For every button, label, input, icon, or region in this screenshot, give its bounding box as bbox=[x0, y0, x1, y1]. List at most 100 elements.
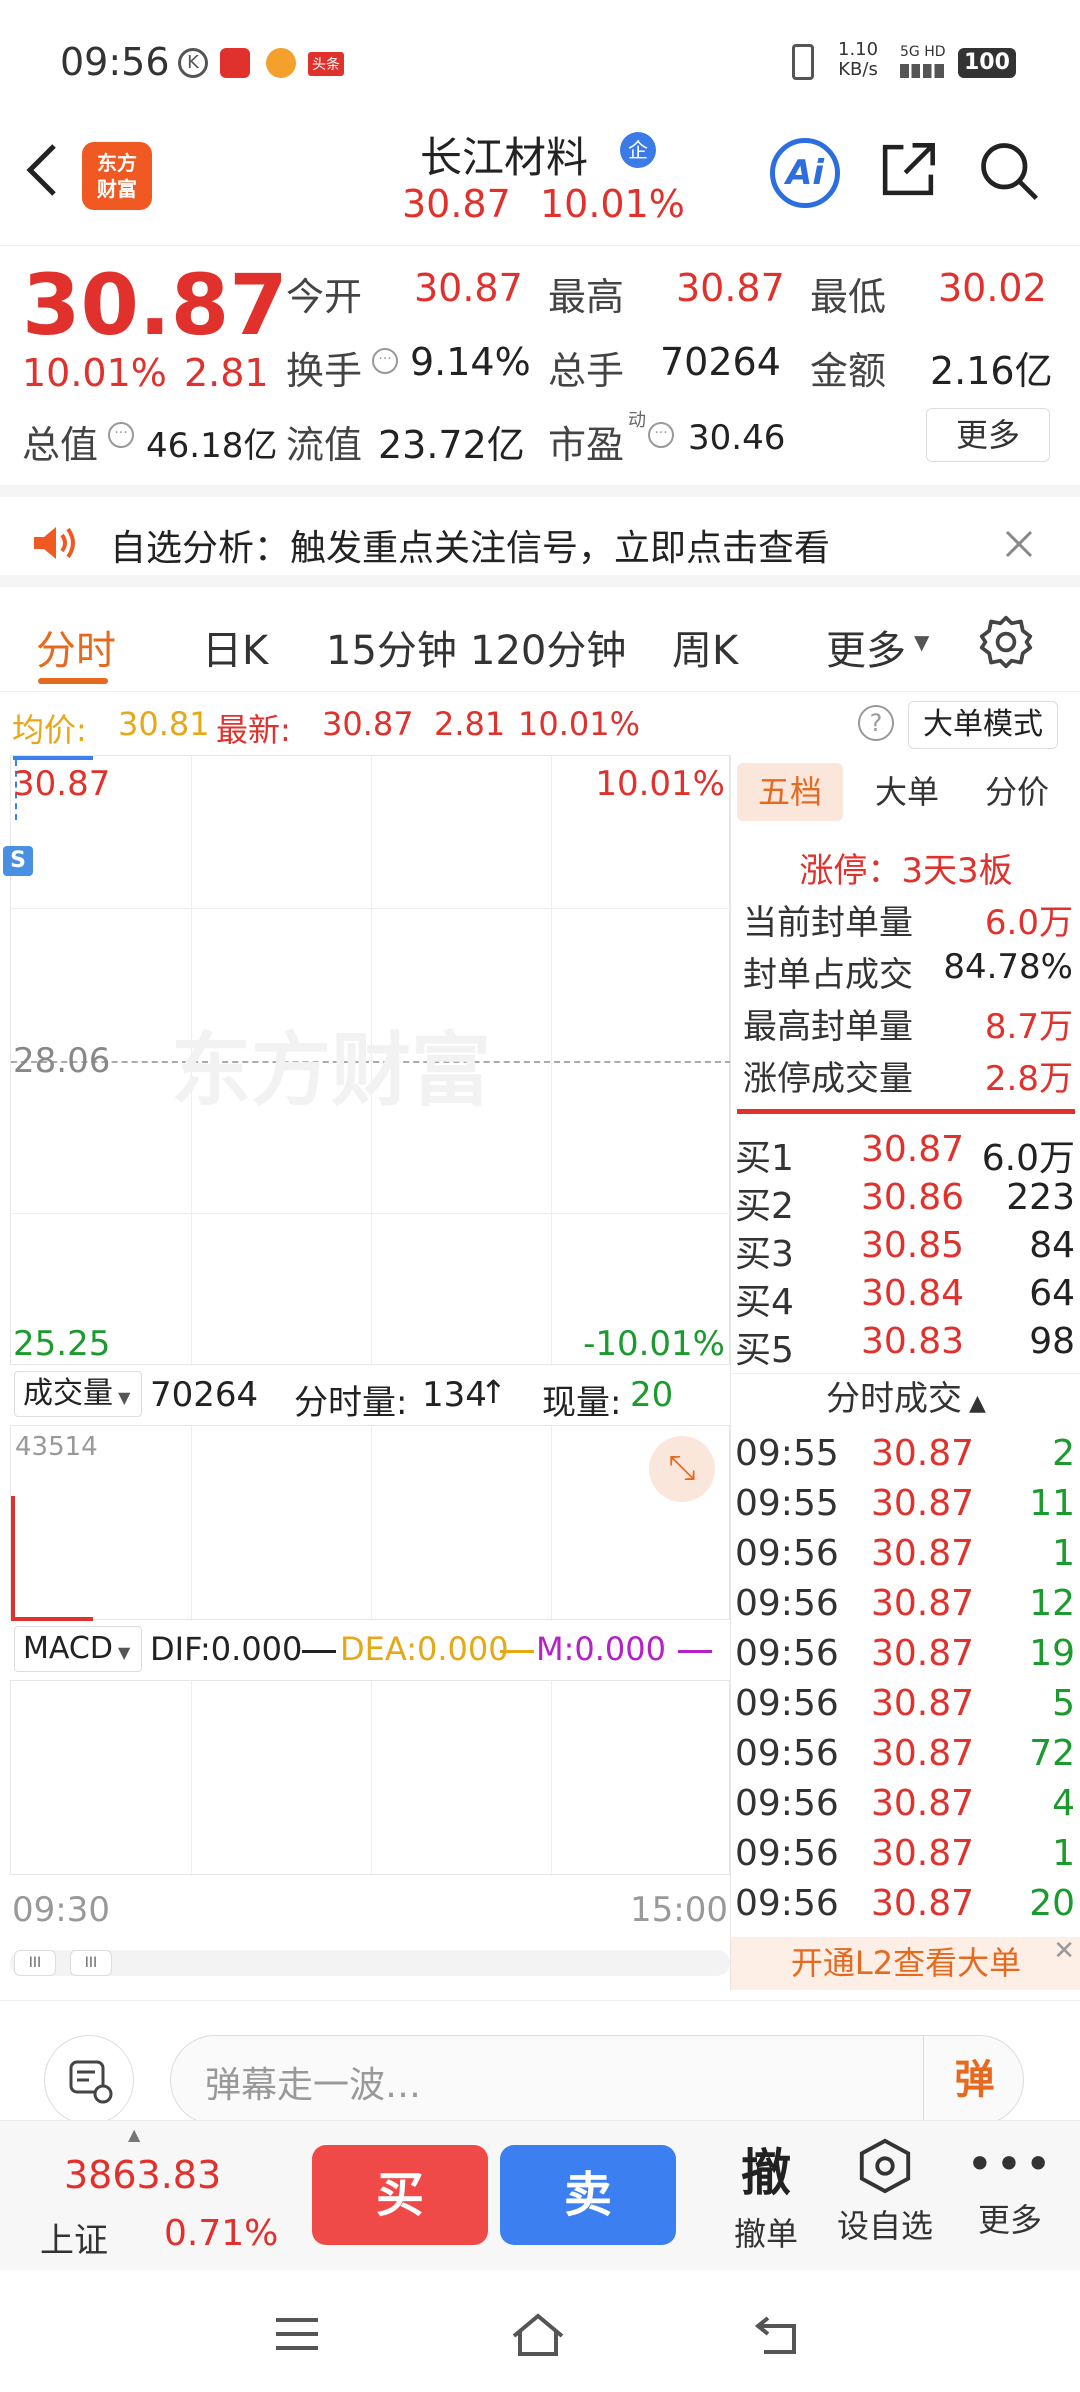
tab-more[interactable]: 更多 bbox=[826, 618, 906, 676]
gear-icon[interactable] bbox=[978, 614, 1034, 670]
quote-more-button[interactable]: 更多 bbox=[926, 408, 1050, 462]
danmu-send-button[interactable]: 弹 bbox=[923, 2036, 1025, 2124]
logo-line2: 财富 bbox=[97, 177, 137, 201]
eastmoney-logo: 东方 财富 bbox=[82, 142, 152, 210]
volume-label: 总手 bbox=[548, 349, 625, 393]
tick-volume-value: 134 bbox=[422, 1375, 487, 1415]
search-icon[interactable] bbox=[976, 138, 1042, 204]
bid-label: 买1 bbox=[735, 1138, 794, 1179]
trade-volume: 20 bbox=[1029, 1883, 1075, 1924]
macd-selector[interactable]: MACD ▼ bbox=[14, 1626, 142, 1672]
vibrate-icon bbox=[792, 44, 814, 80]
buy-button[interactable]: 买 bbox=[312, 2145, 488, 2245]
volume-value: 70264 bbox=[660, 340, 781, 384]
tab-price-dist[interactable]: 分价 bbox=[967, 763, 1067, 821]
watch-label: 设自选 bbox=[836, 2207, 933, 2245]
back-icon[interactable] bbox=[22, 140, 62, 200]
tab-15min[interactable]: 15分钟 bbox=[326, 618, 457, 676]
bid-price: 30.86 bbox=[861, 1177, 965, 1218]
more-dots-icon: ••• bbox=[966, 2137, 1054, 2191]
trade-price: 30.87 bbox=[871, 1883, 975, 1924]
alert-banner[interactable]: 自选分析：触发重点关注信号，立即点击查看 bbox=[0, 485, 1080, 587]
header-price: 30.87 bbox=[402, 182, 511, 226]
add-watchlist-button[interactable]: 设自选 bbox=[830, 2127, 940, 2267]
trades-header[interactable]: 分时成交 ▲ bbox=[731, 1373, 1080, 1423]
cancel-glyph-icon: 撤 bbox=[741, 2144, 791, 2202]
enterprise-badge: 企 bbox=[620, 132, 656, 168]
header-change-pct: 10.01% bbox=[540, 182, 685, 226]
trade-price: 30.87 bbox=[871, 1683, 975, 1724]
trade-time: 09:55 bbox=[735, 1433, 839, 1474]
open-value: 30.87 bbox=[414, 266, 523, 310]
more-button[interactable]: ••• 更多 bbox=[960, 2127, 1060, 2267]
price-chart[interactable]: 东方财富 30.87 10.01% 28.06 25.25 -10.01% S bbox=[3, 755, 731, 1366]
bid-row: 买5 30.83 98 bbox=[735, 1321, 1075, 1371]
danmu-settings-icon[interactable] bbox=[44, 2035, 134, 2125]
tab-weekly-k[interactable]: 周K bbox=[672, 618, 738, 676]
system-nav-bar bbox=[0, 2270, 1080, 2392]
tab-120min[interactable]: 120分钟 bbox=[470, 618, 626, 676]
pe-value: 30.46 bbox=[688, 418, 786, 458]
tab-five-levels[interactable]: 五档 bbox=[737, 763, 843, 821]
slider-handle-left[interactable]: III bbox=[14, 1950, 56, 1976]
close-icon[interactable]: ✕ bbox=[1053, 1925, 1075, 1978]
bid-price: 30.83 bbox=[861, 1321, 965, 1362]
top-pct-label: 10.01% bbox=[595, 764, 725, 804]
volume-selector[interactable]: 成交量 ▼ bbox=[14, 1371, 142, 1417]
danmu-input[interactable]: 弹幕走一波… 弹 bbox=[170, 2035, 1024, 2125]
mcap-label: 总值 bbox=[22, 423, 99, 467]
turnover-info-icon[interactable]: ··· bbox=[372, 348, 398, 374]
volume-chart[interactable]: 43514 ⤡ bbox=[10, 1425, 730, 1621]
back-nav-icon[interactable] bbox=[754, 2312, 804, 2356]
stat-label: 最高封单量 bbox=[743, 1007, 913, 1047]
limit-up-text: 涨停：3天3板 bbox=[799, 851, 1013, 891]
avg-label: 均价: bbox=[12, 711, 87, 749]
bid-volume: 84 bbox=[1029, 1225, 1075, 1266]
pe-info-icon[interactable]: ··· bbox=[648, 422, 674, 448]
trade-volume: 19 bbox=[1029, 1633, 1075, 1674]
chart-tabs: 分时 日K 15分钟 120分钟 周K 更多 ▼ bbox=[0, 600, 1080, 692]
bid-row: 买2 30.86 223 bbox=[735, 1177, 1075, 1227]
help-icon[interactable]: ? bbox=[858, 705, 894, 741]
alert-text: 自选分析：触发重点关注信号，立即点击查看 bbox=[110, 528, 831, 569]
macd-chart[interactable] bbox=[10, 1680, 730, 1876]
home-icon[interactable] bbox=[508, 2310, 568, 2360]
l2-banner[interactable]: 开通L2查看大单 ✕ bbox=[731, 1936, 1080, 1990]
slider-handle-right[interactable]: III bbox=[70, 1950, 112, 1976]
bid-row: 买4 30.84 64 bbox=[735, 1273, 1075, 1323]
close-icon[interactable] bbox=[1004, 529, 1034, 559]
share-icon[interactable] bbox=[876, 138, 940, 202]
caret-up-icon: ▲ bbox=[962, 1391, 986, 1416]
stat-row: 涨停成交量 2.8万 bbox=[743, 1051, 1073, 1103]
network-label: 5G HD bbox=[900, 44, 946, 60]
sell-button[interactable]: 卖 bbox=[500, 2145, 676, 2245]
k-app-icon: K bbox=[178, 48, 208, 78]
trade-row: 09:55 30.87 11 bbox=[735, 1483, 1075, 1533]
bid-label: 买5 bbox=[735, 1330, 794, 1371]
time-end: 15:00 bbox=[630, 1890, 728, 1930]
menu-icon[interactable] bbox=[272, 2314, 322, 2354]
tab-big-orders[interactable]: 大单 bbox=[857, 763, 957, 821]
trade-volume: 2 bbox=[1052, 1433, 1075, 1474]
trade-volume: 4 bbox=[1052, 1783, 1075, 1824]
latest-change: 2.81 bbox=[434, 705, 506, 743]
stat-value: 84.78% bbox=[943, 947, 1073, 987]
macd-dea: DEA:0.000 bbox=[340, 1630, 509, 1668]
trade-volume: 5 bbox=[1052, 1683, 1075, 1724]
bid-label: 买3 bbox=[735, 1234, 794, 1275]
expand-icon[interactable]: ⤡ bbox=[649, 1436, 715, 1502]
index-quote[interactable]: ▲ 3863.83 上证 0.71% bbox=[0, 2121, 290, 2271]
ai-button[interactable]: Ai bbox=[770, 138, 840, 208]
net-speed-value: 1.10 bbox=[838, 39, 879, 60]
big-order-mode-button[interactable]: 大单模式 bbox=[908, 701, 1058, 749]
mcap-info-icon[interactable]: ··· bbox=[108, 422, 134, 448]
trade-price: 30.87 bbox=[871, 1783, 975, 1824]
tab-daily-k[interactable]: 日K bbox=[202, 618, 268, 676]
bid-label: 买4 bbox=[735, 1282, 794, 1323]
range-slider[interactable]: III III bbox=[10, 1950, 730, 1976]
tab-intraday[interactable]: 分时 bbox=[36, 618, 116, 676]
change-pct: 10.01% bbox=[22, 351, 167, 395]
amount-label: 金额 bbox=[810, 349, 887, 393]
s-marker[interactable]: S bbox=[3, 846, 33, 876]
cancel-order-button[interactable]: 撤 撤单 bbox=[716, 2127, 816, 2267]
